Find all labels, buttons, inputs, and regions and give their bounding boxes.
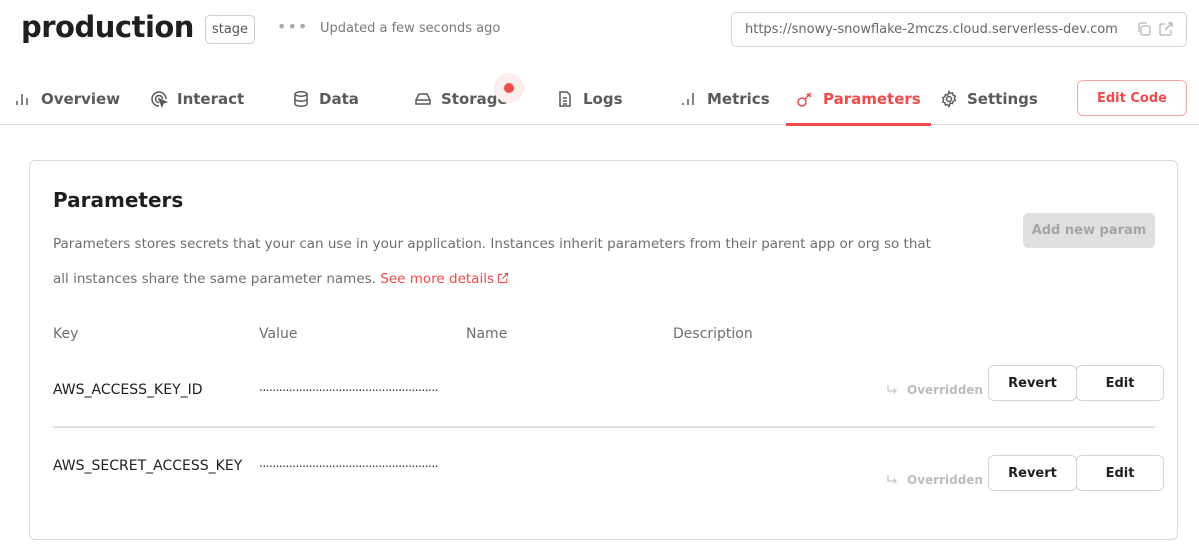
param-key: AWS_SECRET_ACCESS_KEY	[53, 458, 243, 474]
tab-label: Metrics	[707, 89, 770, 108]
more-menu-button[interactable]: •••	[277, 17, 308, 36]
column-header-key: Key	[53, 326, 79, 342]
return-arrow-icon	[887, 475, 897, 484]
tab-label: Settings	[967, 89, 1038, 108]
copy-icon[interactable]	[1136, 21, 1152, 37]
nav-tabs: Overview Interact Data Storage Logs Metr…	[0, 72, 1199, 126]
card-title: Parameters	[53, 188, 184, 212]
overridden-status: Overridden	[885, 383, 983, 397]
edit-button[interactable]: Edit	[1076, 365, 1164, 401]
document-icon	[559, 90, 571, 107]
page-title: production	[21, 10, 194, 44]
param-value-masked: ........................................…	[259, 380, 438, 394]
table-row: AWS_SECRET_ACCESS_KEY ..................…	[53, 453, 1164, 513]
overridden-status: Overridden	[885, 473, 983, 487]
tab-overview[interactable]: Overview	[14, 72, 120, 125]
external-link-icon	[497, 272, 509, 284]
param-key: AWS_ACCESS_KEY_ID	[53, 382, 203, 398]
tab-label: Logs	[583, 89, 623, 108]
param-value-masked: ........................................…	[259, 456, 438, 470]
bar-chart-icon	[16, 93, 28, 105]
bar-chart-icon	[682, 92, 694, 105]
edit-button[interactable]: Edit	[1076, 455, 1164, 491]
table-row: AWS_ACCESS_KEY_ID ......................…	[53, 363, 1164, 423]
instance-url-field[interactable]: https://snowy-snowflake-2mczs.cloud.serv…	[731, 12, 1187, 47]
card-description: Parameters stores secrets that your can …	[53, 227, 933, 297]
tab-settings[interactable]: Settings	[940, 72, 1038, 125]
stage-badge[interactable]: stage	[205, 15, 255, 44]
database-icon	[294, 90, 308, 107]
tab-label: Data	[319, 89, 359, 108]
tab-storage[interactable]: Storage	[414, 72, 508, 125]
tab-label: Interact	[177, 89, 245, 108]
revert-button[interactable]: Revert	[988, 455, 1077, 491]
key-icon	[797, 91, 812, 107]
external-link-icon[interactable]	[1158, 21, 1174, 37]
row-divider	[53, 426, 1155, 428]
notification-dot	[494, 73, 524, 103]
return-arrow-icon	[887, 385, 897, 394]
tab-data[interactable]: Data	[292, 72, 359, 125]
add-new-param-button[interactable]: Add new param	[1023, 213, 1155, 248]
instance-url[interactable]: https://snowy-snowflake-2mczs.cloud.serv…	[745, 22, 1118, 37]
updated-status: Updated a few seconds ago	[320, 21, 501, 36]
cursor-click-icon	[151, 90, 168, 108]
column-header-description: Description	[673, 326, 753, 342]
column-header-name: Name	[466, 326, 508, 342]
tab-parameters[interactable]: Parameters	[786, 72, 931, 126]
tab-label: Overview	[41, 89, 121, 108]
revert-button[interactable]: Revert	[988, 365, 1077, 401]
column-header-value: Value	[259, 326, 298, 342]
tab-logs[interactable]: Logs	[556, 72, 623, 125]
tab-interact[interactable]: Interact	[150, 72, 244, 125]
tab-label: Parameters	[823, 89, 921, 108]
drive-icon	[415, 92, 431, 105]
parameters-card: Parameters Parameters stores secrets tha…	[29, 160, 1178, 540]
tab-metrics[interactable]: Metrics	[680, 72, 770, 125]
gear-icon	[941, 89, 957, 108]
edit-code-button[interactable]: Edit Code	[1077, 80, 1187, 116]
see-more-details-link[interactable]: See more details	[380, 271, 509, 287]
